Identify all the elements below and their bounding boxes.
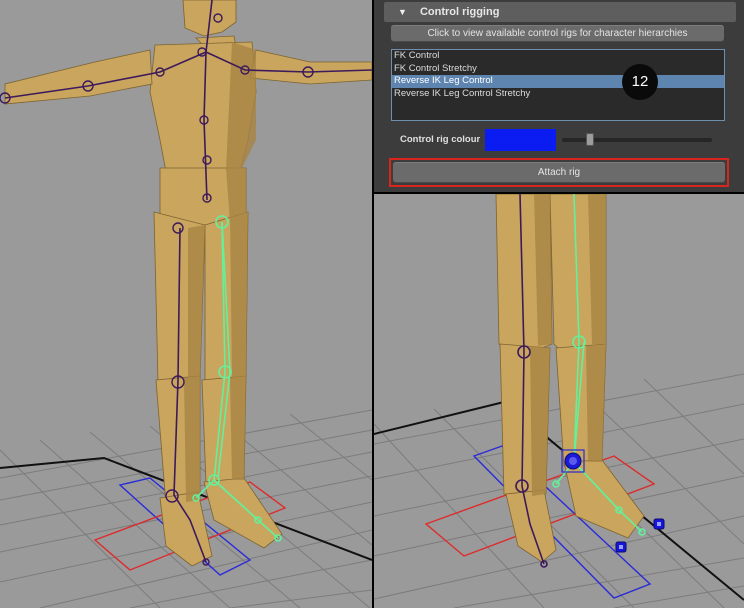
character-mesh bbox=[495, 194, 645, 563]
rig-list-item[interactable]: Reverse IK Leg Control Stretchy bbox=[392, 88, 724, 101]
control-rig-list[interactable]: FK Control FK Control Stretchy Reverse I… bbox=[391, 49, 725, 121]
attach-rig-highlight: Attach rig bbox=[389, 158, 729, 187]
control-rig-colour-label: Control rig colour bbox=[400, 134, 481, 145]
rig-list-item[interactable]: FK Control Stretchy bbox=[392, 63, 724, 76]
collapse-arrow-icon[interactable]: ▼ bbox=[398, 2, 407, 22]
control-rigging-panel: ▼ Control rigging Click to view availabl… bbox=[374, 0, 744, 192]
ground-grid bbox=[374, 373, 744, 608]
viewport-right-scene bbox=[374, 194, 744, 608]
control-rig-colour-slider[interactable] bbox=[562, 133, 712, 146]
control-rig-colour-swatch[interactable] bbox=[485, 129, 556, 151]
rig-list-item-selected[interactable]: Reverse IK Leg Control bbox=[392, 75, 724, 88]
viewport-left[interactable] bbox=[0, 0, 372, 608]
viewport-right[interactable] bbox=[374, 194, 744, 608]
viewport-left-scene bbox=[0, 0, 372, 608]
view-control-rigs-button[interactable]: Click to view available control rigs for… bbox=[391, 25, 724, 42]
step-number-badge: 12 bbox=[622, 64, 658, 100]
section-header-control-rigging[interactable]: ▼ Control rigging bbox=[384, 2, 736, 22]
section-title: Control rigging bbox=[419, 6, 500, 18]
rig-list-item[interactable]: FK Control bbox=[392, 50, 724, 63]
attach-rig-button[interactable]: Attach rig bbox=[393, 162, 725, 183]
slider-handle[interactable] bbox=[586, 133, 594, 146]
